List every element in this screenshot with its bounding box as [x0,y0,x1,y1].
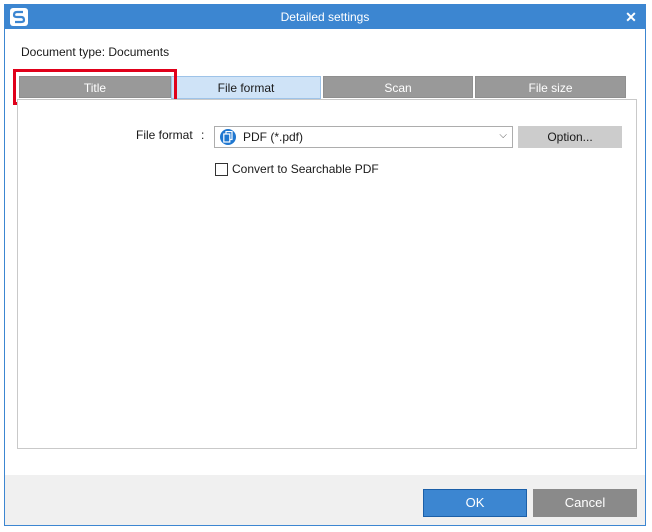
searchable-pdf-checkbox[interactable] [215,163,228,176]
file-format-label: File format [136,128,193,142]
title-bar: Detailed settings ✕ [5,5,645,29]
tab-label: Scan [384,81,412,95]
tab-label: File format [217,81,275,95]
pdf-icon [220,129,236,145]
file-format-value: PDF (*.pdf) [243,130,304,144]
searchable-pdf-label[interactable]: Convert to Searchable PDF [232,162,379,176]
dialog-footer: OK Cancel [5,475,645,525]
tab-label: File size [528,81,573,95]
ok-button[interactable]: OK [423,489,527,517]
chevron-down-icon: ⌵ [499,130,507,141]
window-title: Detailed settings [280,10,370,24]
option-button[interactable]: Option... [518,126,622,148]
tab-file-size[interactable]: File size [475,76,626,98]
document-type-label: Document type: Documents [21,45,170,59]
cancel-button[interactable]: Cancel [533,489,637,517]
file-format-colon: : [201,128,205,142]
file-format-select[interactable]: PDF (*.pdf) ⌵ [214,126,513,148]
file-format-panel: File format : PDF (*.pdf) ⌵ Option... Co… [17,99,637,449]
tab-scan[interactable]: Scan [323,76,473,98]
close-icon[interactable]: ✕ [621,7,641,27]
content-area: Document type: Documents Title File form… [5,29,645,475]
detailed-settings-dialog: Detailed settings ✕ Document type: Docum… [4,4,646,526]
tab-file-format[interactable]: File format [171,76,321,99]
